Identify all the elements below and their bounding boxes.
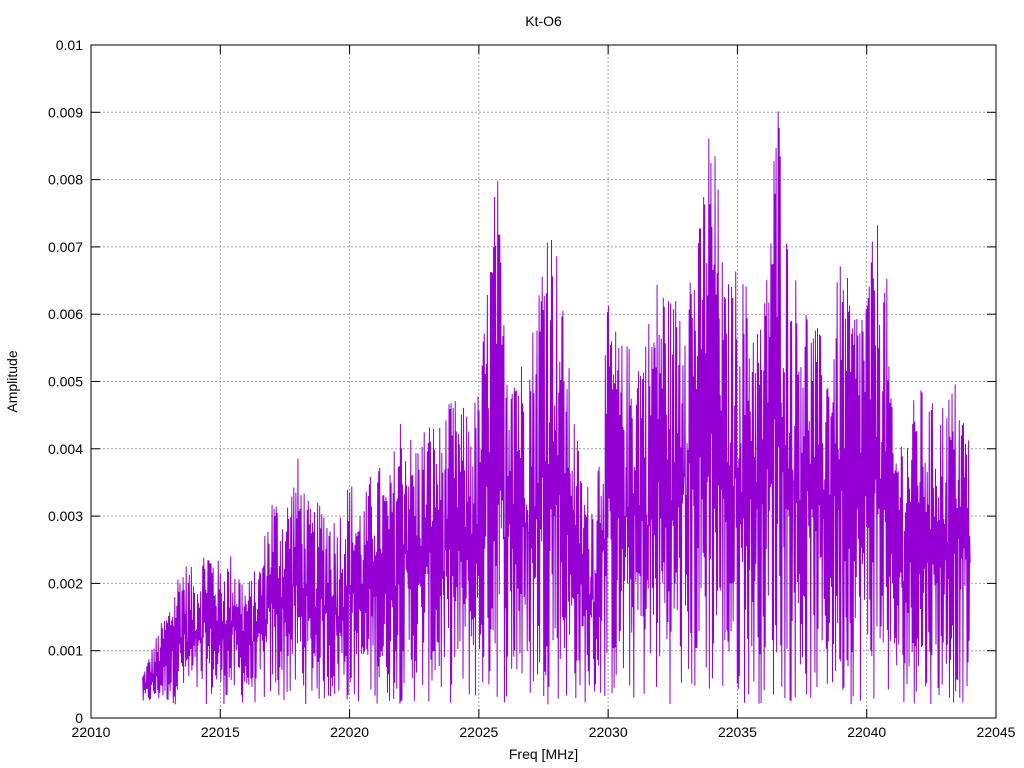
y-tick-label: 0.005 xyxy=(48,374,83,390)
y-tick-label: 0.009 xyxy=(48,104,83,120)
x-tick-label: 22025 xyxy=(459,724,498,740)
y-axis-label: Amplitude xyxy=(4,350,20,412)
y-tick-label: 0.001 xyxy=(48,643,83,659)
y-tick-label: 0.004 xyxy=(48,441,83,457)
x-tick-label: 22020 xyxy=(330,724,369,740)
x-tick-label: 22030 xyxy=(589,724,628,740)
x-axis-label: Freq [MHz] xyxy=(509,746,578,762)
y-tick-label: 0.008 xyxy=(48,172,83,188)
x-tick-label: 22015 xyxy=(201,724,240,740)
amplitude-spectrum-chart: 00.0010.0020.0030.0040.0050.0060.0070.00… xyxy=(0,0,1024,768)
x-tick-label: 22040 xyxy=(847,724,886,740)
y-tick-label: 0.007 xyxy=(48,239,83,255)
y-tick-label: 0.003 xyxy=(48,508,83,524)
y-tick-label: 0.002 xyxy=(48,575,83,591)
y-tick-label: 0.006 xyxy=(48,306,83,322)
chart-title: Kt-O6 xyxy=(525,13,562,29)
y-tick-label: 0.01 xyxy=(56,37,83,53)
x-tick-label: 22045 xyxy=(977,724,1016,740)
x-tick-label: 22035 xyxy=(718,724,757,740)
x-tick-label: 22010 xyxy=(72,724,111,740)
